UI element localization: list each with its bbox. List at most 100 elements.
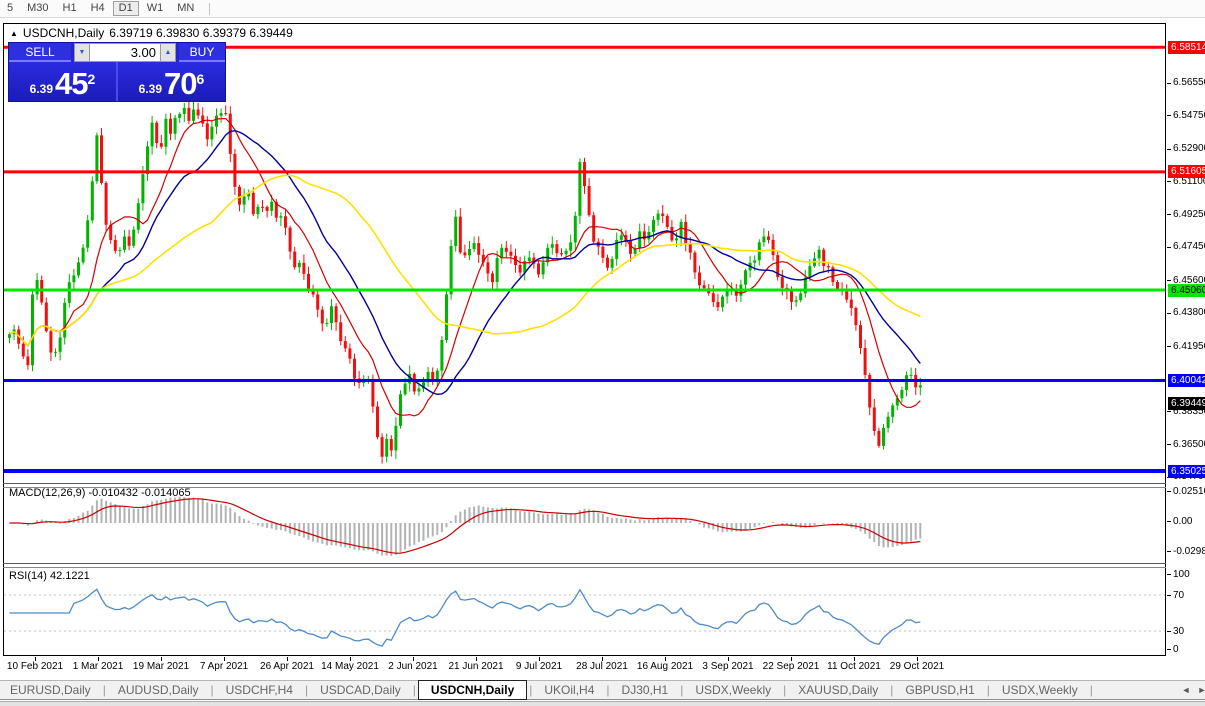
chart-tab-xauusd-daily[interactable]: XAUUSD,Daily — [788, 682, 888, 698]
date-label: 14 May 2021 — [321, 661, 379, 672]
price-tick-mark — [1167, 181, 1171, 182]
price-tick-mark — [1167, 313, 1171, 314]
date-label: 21 Jun 2021 — [448, 661, 503, 672]
buy-price-small: 6.39 — [139, 79, 162, 99]
price-tick-label: 6.52900 — [1173, 143, 1205, 154]
date-label: 7 Apr 2021 — [200, 661, 248, 672]
tab-divider: | — [985, 683, 992, 697]
rsi-tick-mark — [1167, 574, 1171, 575]
macd-tick-mark — [1167, 521, 1171, 522]
tab-divider: | — [604, 683, 611, 697]
price-tick-mark — [1167, 214, 1171, 215]
chart-tab-bar: EURUSD,Daily|AUDUSD,Daily|USDCHF,H4|USDC… — [0, 680, 1205, 700]
rsi-panel-splitter-edge — [3, 567, 1166, 568]
rsi-panel-splitter[interactable] — [3, 563, 1166, 564]
chart-tab-dj30-h1[interactable]: DJ30,H1 — [612, 682, 679, 698]
sell-price-pip: 2 — [88, 72, 96, 86]
one-click-trade-panel: SELL ▼ 3.00 ▲ BUY 6.39 45 2 6.39 70 6 — [8, 42, 226, 102]
chart-tab-usdx-weekly[interactable]: USDX,Weekly — [992, 682, 1088, 698]
rsi-tick-mark — [1167, 631, 1171, 632]
tab-divider: | — [209, 683, 216, 697]
tab-divider: | — [411, 683, 418, 697]
buy-price-pip: 6 — [197, 72, 205, 86]
trade-panel-quotes: 6.39 45 2 6.39 70 6 — [9, 62, 225, 101]
rsi-level-label: 0 — [1173, 644, 1205, 655]
price-tick-label: 6.41950 — [1173, 341, 1205, 352]
price-tick-mark — [1167, 149, 1171, 150]
date-label: 2 Jun 2021 — [388, 661, 438, 672]
price-tick-mark — [1167, 280, 1171, 281]
trade-panel-controls: SELL ▼ 3.00 ▲ BUY — [9, 43, 225, 62]
price-axis: 6.565506.547506.529006.511006.492506.474… — [1167, 0, 1205, 706]
rsi-level-label: 100 — [1173, 569, 1205, 580]
tab-scroll-left-button[interactable]: ◄ — [1180, 684, 1192, 696]
price-chart-canvas — [0, 0, 1205, 706]
moving-average-45 — [10, 175, 921, 345]
chart-tab-usdcnh-daily[interactable]: USDCNH,Daily — [418, 680, 527, 700]
tab-divider: | — [781, 683, 788, 697]
macd-signal-line — [10, 499, 921, 553]
macd-tick-mark — [1167, 551, 1171, 552]
price-tick-mark — [1167, 83, 1171, 84]
chart-tab-usdx-weekly[interactable]: USDX,Weekly — [685, 682, 781, 698]
price-tick-label: 6.36500 — [1173, 439, 1205, 450]
candles-layer — [8, 99, 922, 463]
chart-tab-usdchf-h4[interactable]: USDCHF,H4 — [216, 682, 303, 698]
tab-divider: | — [1088, 683, 1095, 697]
price-level-badge-6.58514: 6.58514 — [1168, 41, 1205, 54]
date-label: 16 Aug 2021 — [637, 661, 693, 672]
date-label: 11 Oct 2021 — [827, 661, 881, 672]
volume-increase-button[interactable]: ▲ — [160, 43, 176, 62]
volume-decrease-button[interactable]: ▼ — [74, 43, 90, 62]
collapse-triangle-icon[interactable]: ▲ — [10, 29, 18, 38]
macd-max-label: 0.025108 — [1173, 486, 1205, 497]
rsi-line — [10, 589, 921, 646]
chart-tab-audusd-daily[interactable]: AUDUSD,Daily — [108, 682, 209, 698]
chart-ohlc-values: 6.39719 6.39830 6.39379 6.39449 — [109, 26, 293, 40]
price-tick-mark — [1167, 411, 1171, 412]
price-level-badge-6.40042: 6.40042 — [1168, 374, 1205, 387]
date-label: 1 Mar 2021 — [73, 661, 124, 672]
buy-button[interactable]: BUY — [179, 43, 225, 62]
buy-quote[interactable]: 6.39 70 6 — [116, 62, 225, 101]
tab-scroll-right-button[interactable]: ► — [1196, 684, 1205, 696]
rsi-level-label: 30 — [1173, 626, 1205, 637]
date-axis: 10 Feb 20211 Mar 202119 Mar 20217 Apr 20… — [0, 656, 1166, 674]
macd-zero-label: 0.00 — [1173, 516, 1205, 527]
sell-button[interactable]: SELL — [9, 43, 71, 62]
price-tick-label: 6.56550 — [1173, 77, 1205, 88]
tab-divider: | — [303, 683, 310, 697]
rsi-indicator-label: RSI(14) 42.1221 — [9, 570, 90, 582]
current-price-badge: 6.39449 — [1168, 397, 1205, 410]
date-label: 10 Feb 2021 — [7, 661, 63, 672]
chart-tab-gbpusd-h1[interactable]: GBPUSD,H1 — [895, 682, 984, 698]
chart-tab-eurusd-daily[interactable]: EURUSD,Daily — [0, 682, 101, 698]
date-label: 3 Sep 2021 — [702, 661, 753, 672]
date-label: 9 Jul 2021 — [516, 661, 562, 672]
mt4-chart-window: { "toolbar": { "items": ["5", "M30", "H1… — [0, 0, 1205, 706]
sell-quote[interactable]: 6.39 45 2 — [9, 62, 116, 101]
sell-price-big: 45 — [55, 68, 87, 99]
price-tick-mark — [1167, 115, 1171, 116]
macd-indicator-label: MACD(12,26,9) -0.010432 -0.014065 — [9, 487, 191, 499]
price-tick-label: 6.49250 — [1173, 209, 1205, 220]
price-tick-label: 6.43800 — [1173, 307, 1205, 318]
chart-tab-usdcad-daily[interactable]: USDCAD,Daily — [310, 682, 411, 698]
tab-divider: | — [101, 683, 108, 697]
macd-panel-splitter[interactable] — [3, 483, 1166, 484]
tab-divider: | — [678, 683, 685, 697]
date-label: 26 Apr 2021 — [260, 661, 314, 672]
price-tick-label: 6.47450 — [1173, 241, 1205, 252]
rsi-tick-mark — [1167, 595, 1171, 596]
price-tick-label: 6.54750 — [1173, 110, 1205, 121]
chart-symbol-label: USDCNH,Daily — [23, 26, 104, 40]
price-tick-mark — [1167, 346, 1171, 347]
price-tick-mark — [1167, 247, 1171, 248]
buy-price-big: 70 — [164, 68, 196, 99]
sell-price-small: 6.39 — [30, 79, 53, 99]
chart-title: ▲ USDCNH,Daily 6.39719 6.39830 6.39379 6… — [10, 26, 293, 40]
rsi-level-label: 70 — [1173, 590, 1205, 601]
volume-input[interactable]: 3.00 — [90, 43, 160, 62]
date-label: 28 Jul 2021 — [576, 661, 628, 672]
chart-tab-ukoil-h4[interactable]: UKOil,H4 — [534, 682, 604, 698]
